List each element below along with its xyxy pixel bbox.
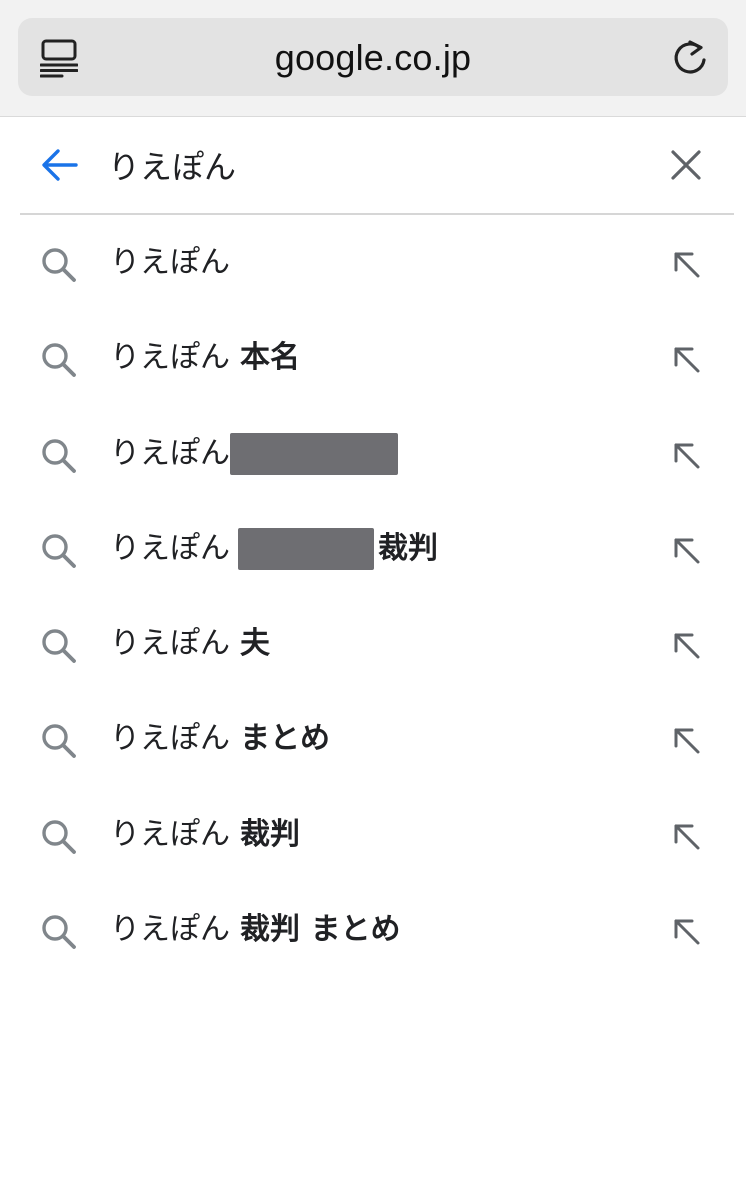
suggestion-item[interactable]: りえぽん — [0, 216, 746, 311]
suggestion-text: りえぽん 裁判 — [110, 526, 438, 572]
search-icon — [40, 341, 78, 379]
suggestion-prefix: りえぽん — [110, 721, 230, 757]
arrow-up-left-icon[interactable] — [670, 534, 702, 566]
divider — [20, 213, 734, 215]
url-text[interactable]: google.co.jp — [18, 36, 728, 80]
arrow-up-left-icon[interactable] — [670, 629, 702, 661]
suggestion-prefix: りえぽん — [110, 435, 230, 471]
suggestion-completion: 本名 — [240, 340, 300, 376]
suggestion-item[interactable]: りえぽん 夫 — [0, 597, 746, 692]
search-box — [0, 117, 746, 213]
suggestion-prefix: りえぽん — [110, 245, 230, 280]
search-icon — [40, 532, 78, 570]
suggestion-text: りえぽん まとめ — [110, 716, 330, 762]
suggestion-item[interactable]: りえぽん — [0, 407, 746, 502]
suggestion-prefix: りえぽん — [110, 340, 230, 376]
suggestion-item[interactable]: りえぽん 裁判 — [0, 788, 746, 883]
suggestion-item[interactable]: りえぽん 本名 — [0, 311, 746, 406]
arrow-up-left-icon[interactable] — [670, 820, 702, 852]
search-icon — [40, 246, 78, 284]
close-icon[interactable] — [668, 147, 704, 183]
suggestion-text: りえぽん 夫 — [110, 621, 270, 667]
suggestion-prefix: りえぽん — [110, 530, 230, 566]
suggestion-prefix: りえぽん — [110, 626, 230, 662]
suggestion-item[interactable]: りえぽん 裁判 — [0, 502, 746, 597]
suggestion-completion: 夫 — [240, 626, 270, 662]
suggestion-completion: 裁判 まとめ — [240, 912, 401, 948]
arrow-up-left-icon[interactable] — [670, 915, 702, 947]
search-icon — [40, 627, 78, 665]
suggestion-completion: まとめ — [240, 721, 330, 757]
suggestion-item[interactable]: りえぽん まとめ — [0, 692, 746, 787]
search-icon — [40, 818, 78, 856]
arrow-up-left-icon[interactable] — [670, 248, 702, 280]
suggestion-completion: 裁判 — [378, 530, 438, 566]
arrow-up-left-icon[interactable] — [670, 724, 702, 756]
redaction-block — [238, 527, 374, 570]
address-bar[interactable]: google.co.jp — [18, 18, 728, 96]
browser-toolbar: google.co.jp — [0, 0, 746, 117]
arrow-up-left-icon[interactable] — [670, 439, 702, 471]
suggestion-prefix: りえぽん — [110, 816, 230, 852]
suggestion-completion: 裁判 — [240, 816, 300, 852]
suggestion-list: りえぽん りえぽん 本名 りえぽん りえぽん 裁判 りえぽん 夫 りえぽん まと… — [0, 216, 746, 978]
arrow-up-left-icon[interactable] — [670, 343, 702, 375]
suggestion-text: りえぽん 本名 — [110, 335, 300, 381]
reload-icon[interactable] — [670, 36, 710, 78]
suggestion-text: りえぽん 裁判 まとめ — [110, 907, 400, 953]
search-icon — [40, 437, 78, 475]
search-input[interactable] — [108, 139, 628, 191]
search-icon — [40, 722, 78, 760]
search-icon — [40, 913, 78, 951]
redaction-block — [230, 432, 398, 475]
suggestion-text: りえぽん — [110, 431, 398, 477]
suggestion-item[interactable]: りえぽん 裁判 まとめ — [0, 883, 746, 978]
back-arrow-icon[interactable] — [40, 147, 80, 183]
suggestion-text: りえぽん — [110, 240, 230, 286]
suggestion-prefix: りえぽん — [110, 912, 230, 948]
suggestion-text: りえぽん 裁判 — [110, 812, 300, 858]
